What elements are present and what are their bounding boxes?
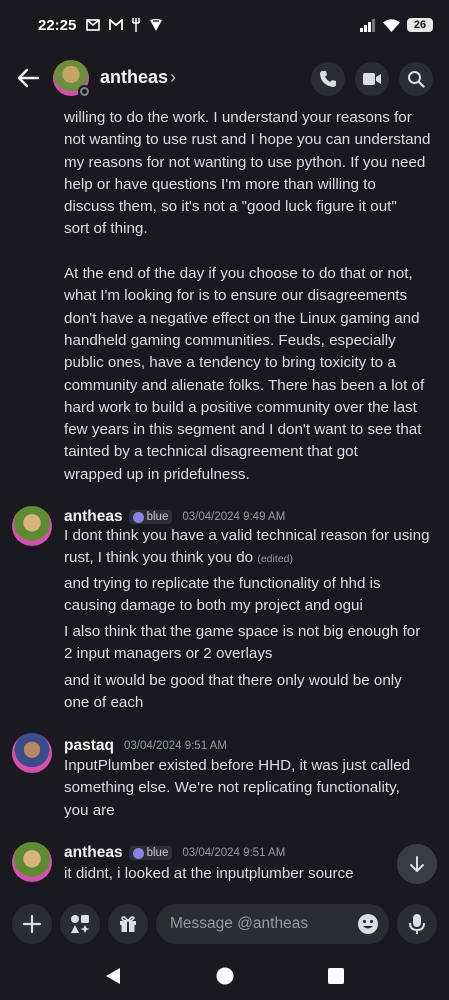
server-tag-badge[interactable]: blue [128,510,173,524]
edited-label: (edited) [257,553,293,566]
voice-message-button[interactable] [397,904,437,944]
status-bar: 22:25 26 [0,0,449,50]
battery-indicator: 26 [407,18,433,32]
video-camera-icon [363,73,381,85]
system-nav-bar [0,952,449,1000]
add-attachment-button[interactable] [12,904,52,944]
text-line: willing to do the work. I understand you… [64,109,412,126]
tesla-icon [150,19,163,31]
message-timestamp: 03/04/2024 9:51 AM [123,740,227,752]
tag-label: blue [146,847,169,859]
apps-button[interactable] [60,904,100,944]
text-line: tainted by a technical disagreement that… [64,443,358,461]
text-line: sort of thing. [64,220,148,238]
notification-icons [86,18,163,32]
phone-icon [320,71,336,87]
text-line: wrapped up in pridefulness. [64,465,250,483]
message-input[interactable]: Message @antheas [156,904,389,944]
wifi-icon [383,18,400,32]
tag-icon [132,847,144,859]
message-item[interactable]: and it would be good that there only wou… [64,670,444,715]
jump-to-latest-button[interactable] [397,844,437,884]
gift-button[interactable] [108,904,148,944]
chevron-right-icon[interactable]: › [170,67,176,88]
voice-call-button[interactable] [311,62,345,96]
message-item[interactable]: and trying to replicate the functionalit… [64,573,444,618]
search-icon [408,71,425,88]
tag-icon [132,511,144,523]
emoji-icon[interactable] [357,913,379,935]
message-list[interactable]: willing to do the work. I understand you… [0,106,449,896]
message-continuation: willing to do the work. I understand you… [64,107,444,486]
apps-icon [71,915,90,933]
text-line: my reasons for not wanting to use python… [64,153,426,171]
gmail-m-icon [109,19,124,30]
message-item[interactable]: InputPlumber existed before HHD, it was … [64,755,444,822]
message-item[interactable]: it didnt, i looked at the inputplumber s… [64,863,444,885]
text-line: help or have questions I'm more than wil… [64,175,376,193]
text-line: hard work to build a positive community … [64,398,417,416]
text-line: public ones, have a tendency to bring to… [64,354,396,372]
tag-label: blue [146,511,169,523]
message-input-placeholder: Message @antheas [170,915,309,932]
message-timestamp: 03/04/2024 9:49 AM [182,511,286,523]
text-line: community and alienate folks. There has … [64,376,425,394]
message-author[interactable]: antheas [64,508,123,526]
back-arrow-icon[interactable] [14,64,42,92]
status-time: 22:25 [38,16,77,34]
back-triangle-icon[interactable] [103,966,123,986]
recents-square-icon[interactable] [327,967,345,985]
message-author[interactable]: antheas [64,844,123,862]
arrow-down-icon [410,856,424,872]
text-line: few years in this segment and I don't wa… [64,421,422,439]
text-line [64,241,444,263]
gift-icon [120,916,136,932]
server-tag-badge[interactable]: blue [128,846,173,860]
avatar[interactable] [12,506,52,546]
microphone-icon [409,914,425,934]
message-timestamp: 03/04/2024 9:51 AM [182,847,286,859]
avatar[interactable] [12,842,52,882]
text-line: what I'm looking for is to ensure our di… [64,287,408,305]
gmail-icon [86,19,101,31]
message-author[interactable]: pastaq [64,737,114,755]
message-item[interactable]: I dont think you have a valid technical … [64,525,444,571]
avatar[interactable] [12,733,52,773]
fork-icon [132,18,141,32]
video-call-button[interactable] [355,62,389,96]
search-button[interactable] [399,62,433,96]
dm-header: antheas › [0,50,449,106]
presence-status-icon [78,85,91,98]
header-username[interactable]: antheas [100,67,168,88]
text-line: don't have a negative effect on the Linu… [64,309,420,327]
message-composer: Message @antheas [0,896,449,952]
home-circle-icon[interactable] [215,966,235,986]
text-line: handheld gaming communities. Feuds, espe… [64,331,396,349]
plus-icon [22,914,42,934]
text-line: not wanting to use rust and I hope you c… [64,131,431,149]
text-line: At the end of the day if you choose to d… [64,265,413,283]
text-line: discuss them, so it's not a "good luck f… [64,198,397,216]
signal-icon [360,18,375,32]
message-item[interactable]: I also think that the game space is not … [64,621,444,666]
